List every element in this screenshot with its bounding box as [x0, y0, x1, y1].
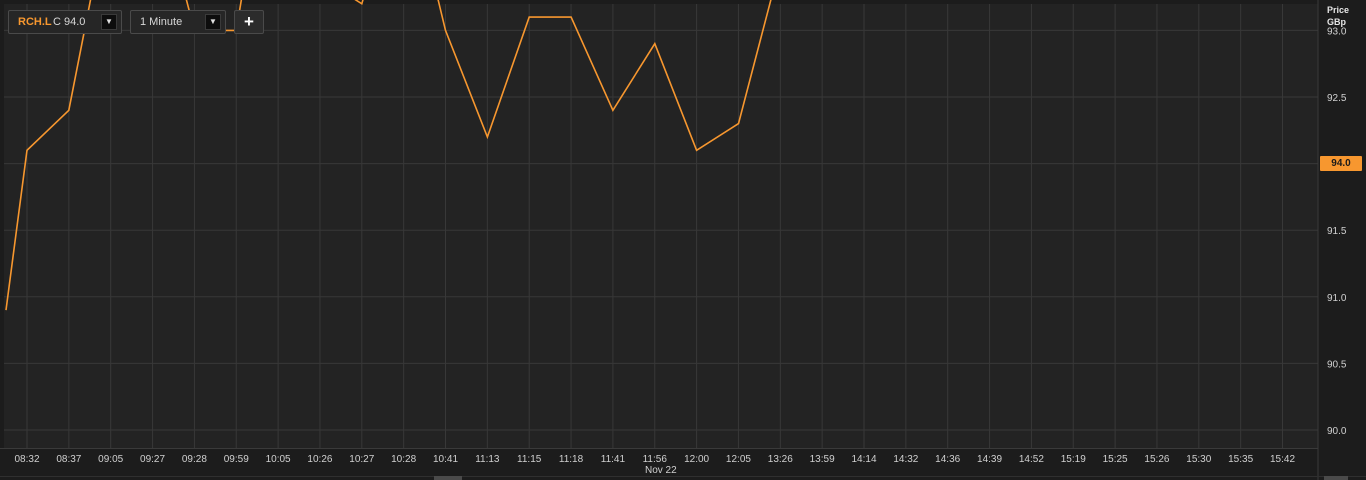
- x-tick-label: 14:32: [893, 454, 918, 465]
- x-tick-label: 08:37: [56, 454, 81, 465]
- y-tick-label: 93.0: [1327, 26, 1347, 37]
- x-tick-label: 11:13: [475, 454, 500, 465]
- x-tick-label: 13:26: [768, 454, 793, 465]
- x-tick-label: 10:27: [349, 454, 374, 465]
- price-axis-title-line2: GBp: [1327, 17, 1346, 27]
- x-tick-label: 11:18: [559, 454, 584, 465]
- y-tick-label: 92.5: [1327, 93, 1347, 104]
- x-tick-label: 10:41: [433, 454, 458, 465]
- add-button[interactable]: +: [234, 10, 264, 34]
- interval-label: 1 Minute: [140, 16, 183, 28]
- y-tick-label: 91.5: [1327, 226, 1347, 237]
- y-tick-label: 91.0: [1327, 293, 1347, 304]
- x-tick-label: 09:27: [140, 454, 165, 465]
- x-tick-label: 12:05: [726, 454, 751, 465]
- scroll-handle-right[interactable]: [1324, 476, 1348, 480]
- price-axis-title: Price GBp: [1327, 4, 1349, 28]
- plus-icon: +: [244, 12, 254, 31]
- x-tick-label: 15:25: [1103, 454, 1128, 465]
- caret-down-icon[interactable]: ▼: [205, 14, 221, 30]
- x-tick-label: 14:52: [1019, 454, 1044, 465]
- y-tick-label: 90.5: [1327, 359, 1347, 370]
- x-tick-label: 14:39: [977, 454, 1002, 465]
- x-tick-label: 14:14: [851, 454, 876, 465]
- x-tick-label: 09:05: [98, 454, 123, 465]
- x-tick-label: 09:28: [182, 454, 207, 465]
- price-axis-title-line1: Price: [1327, 5, 1350, 15]
- x-tick-label: 15:26: [1144, 454, 1169, 465]
- last-price-tag: 94.0: [1320, 156, 1362, 171]
- x-tick-label: 14:36: [935, 454, 960, 465]
- date-label: Nov 22: [645, 465, 677, 476]
- x-tick-label: 12:00: [684, 454, 709, 465]
- x-tick-label: 15:35: [1228, 454, 1253, 465]
- x-tick-label: 10:26: [307, 454, 332, 465]
- x-tick-label: 10:28: [391, 454, 416, 465]
- symbol-close-value: C 94.0: [53, 16, 86, 28]
- x-tick-label: 11:15: [517, 454, 542, 465]
- x-tick-label: 08:32: [14, 454, 39, 465]
- interval-selector[interactable]: 1 Minute ▼: [130, 10, 226, 34]
- x-tick-label: 15:30: [1186, 454, 1211, 465]
- y-tick-label: 90.0: [1327, 426, 1347, 437]
- chart-frame: 90.090.591.091.592.092.593.093.594.094.5…: [0, 0, 1366, 480]
- symbol-ric-label: RCH.L: [18, 16, 52, 28]
- price-series-line: [5, 0, 772, 311]
- caret-down-icon[interactable]: ▼: [101, 14, 117, 30]
- symbol-selector[interactable]: RCH.L C 94.0 ▼: [8, 10, 122, 34]
- x-tick-label: 15:19: [1061, 454, 1086, 465]
- x-tick-label: 15:42: [1270, 454, 1295, 465]
- x-tick-label: 11:56: [643, 454, 668, 465]
- x-tick-label: 13:59: [810, 454, 835, 465]
- x-tick-label: 11:41: [601, 454, 626, 465]
- price-chart: 90.090.591.091.592.092.593.093.594.094.5…: [0, 0, 1366, 480]
- x-tick-label: 09:59: [224, 454, 249, 465]
- x-tick-label: 10:05: [266, 454, 291, 465]
- scroll-handle-left[interactable]: [434, 476, 462, 480]
